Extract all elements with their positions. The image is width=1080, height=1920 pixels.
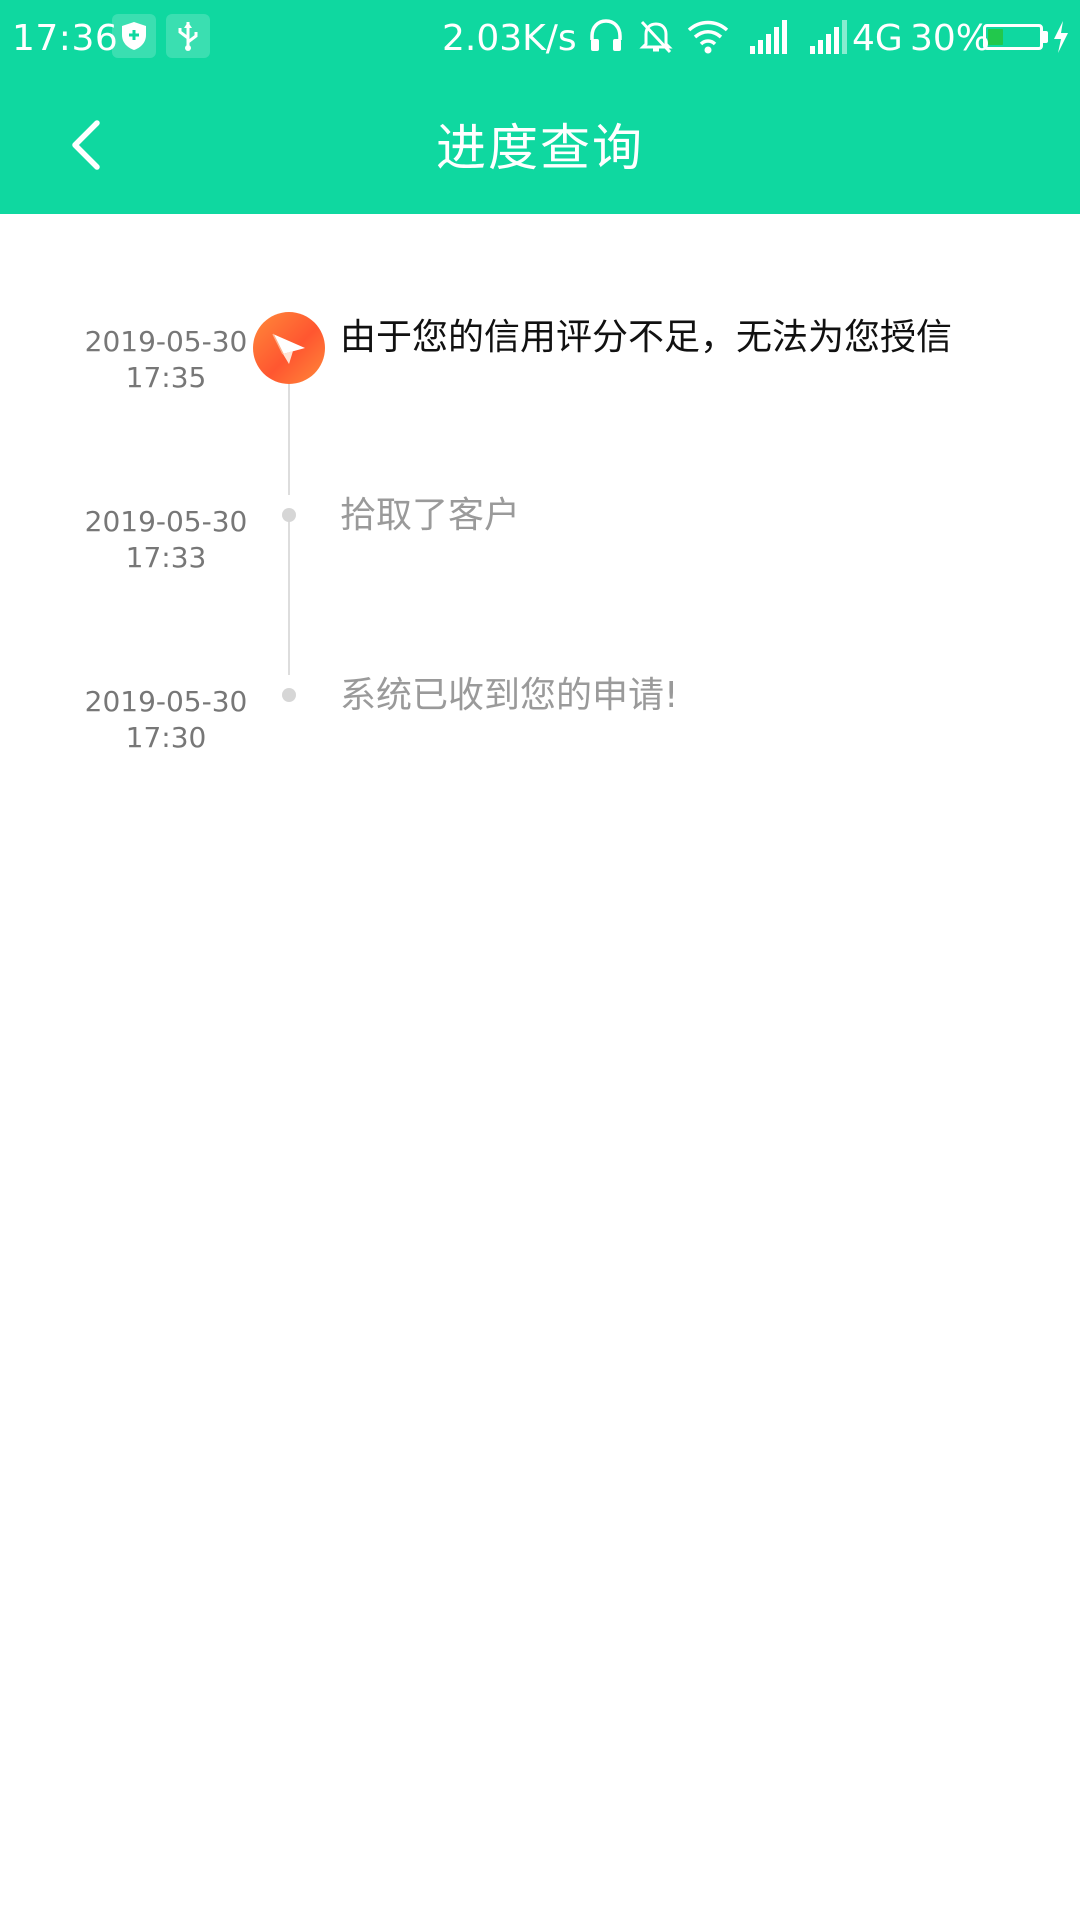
timeline-item-1: 2019-05-30 17:35 由于您的信用评分不足，无法为您授信 bbox=[0, 312, 1080, 462]
signal-icon-2 bbox=[808, 16, 852, 65]
title-bar: 进度查询 bbox=[0, 78, 1080, 214]
event-time: 17:30 bbox=[125, 721, 207, 754]
event-description: 拾取了客户 bbox=[340, 495, 521, 536]
timeline-dot bbox=[282, 508, 296, 522]
network-type: 4G bbox=[852, 18, 903, 59]
event-description: 由于您的信用评分不足，无法为您授信 bbox=[340, 317, 953, 358]
bell-off-icon bbox=[636, 16, 676, 65]
event-date: 2019-05-30 bbox=[84, 505, 248, 538]
event-description: 系统已收到您的申请! bbox=[340, 675, 679, 716]
battery-level-fill bbox=[988, 29, 1003, 45]
event-datetime: 2019-05-30 17:33 bbox=[60, 504, 272, 576]
usb-icon bbox=[166, 14, 210, 58]
event-time: 17:35 bbox=[125, 361, 207, 394]
event-datetime: 2019-05-30 17:30 bbox=[60, 684, 272, 756]
timeline-item-3: 2019-05-30 17:30 系统已收到您的申请! bbox=[0, 672, 1080, 822]
event-datetime: 2019-05-30 17:35 bbox=[60, 324, 272, 396]
battery-cap bbox=[1043, 31, 1048, 43]
shield-icon bbox=[112, 14, 156, 58]
status-time: 17:36 bbox=[12, 18, 119, 59]
network-speed: 2.03K/s bbox=[442, 18, 577, 59]
event-date: 2019-05-30 bbox=[84, 325, 248, 358]
timeline-dot bbox=[282, 688, 296, 702]
page-title: 进度查询 bbox=[436, 119, 644, 177]
battery-percent: 30% bbox=[910, 18, 991, 59]
battery-icon bbox=[983, 24, 1043, 50]
charging-bolt-icon bbox=[1052, 20, 1070, 63]
paper-plane-icon bbox=[253, 312, 325, 384]
headphones-icon bbox=[586, 16, 626, 65]
app-header: 17:36 2.03K/s 4G 30% 进度查询 bbox=[0, 0, 1080, 214]
event-date: 2019-05-30 bbox=[84, 685, 248, 718]
wifi-icon bbox=[686, 16, 730, 65]
signal-icon bbox=[748, 16, 792, 65]
event-time: 17:33 bbox=[125, 541, 207, 574]
status-bar: 17:36 2.03K/s 4G 30% bbox=[0, 0, 1080, 78]
timeline-item-2: 2019-05-30 17:33 拾取了客户 bbox=[0, 492, 1080, 642]
